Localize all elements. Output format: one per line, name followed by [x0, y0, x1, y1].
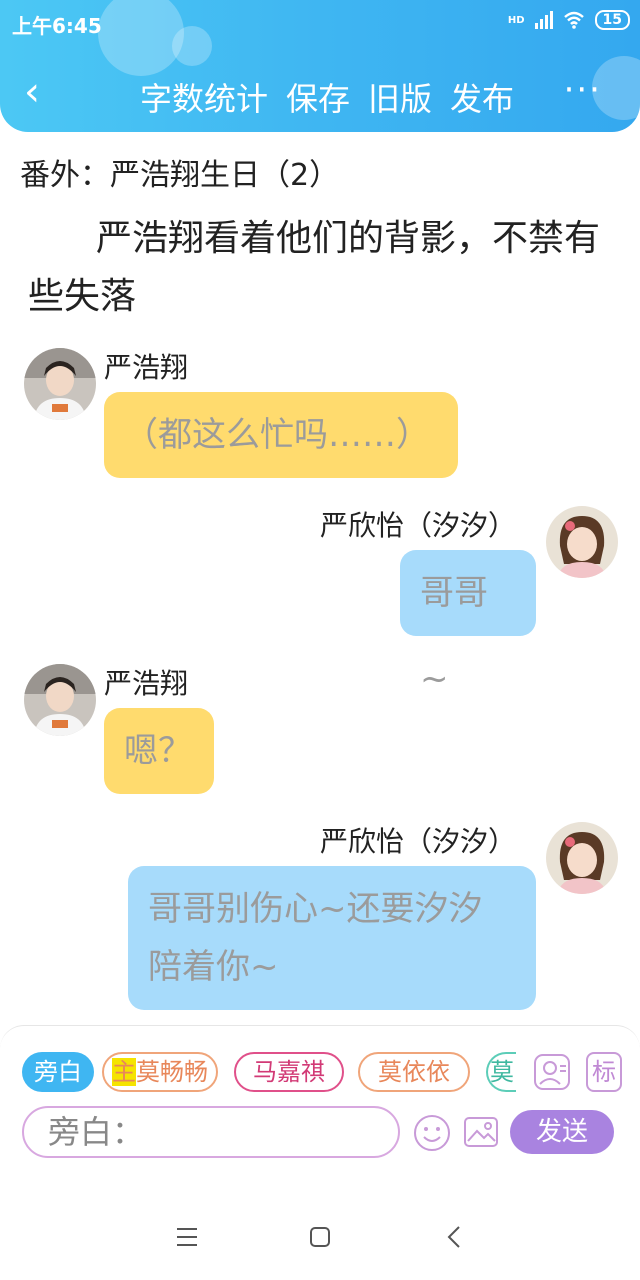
word-count-button[interactable]: 字数统计: [140, 78, 268, 120]
avatar-girl[interactable]: [546, 822, 618, 894]
image-icon[interactable]: [462, 1113, 500, 1151]
chapter-title: 番外：严浩翔生日（2）: [20, 158, 340, 193]
avatar-boy[interactable]: [24, 348, 96, 420]
home-icon[interactable]: [309, 1226, 331, 1248]
message-bubble[interactable]: 嗯？: [104, 708, 214, 794]
menu-icon[interactable]: [176, 1226, 198, 1248]
message-input[interactable]: 旁白：: [22, 1106, 400, 1158]
system-nav-bar: [0, 1196, 640, 1280]
narration-text: 严浩翔看着他们的背影，不禁有些失落: [28, 218, 601, 317]
speaker-name: 严浩翔: [104, 667, 189, 700]
avatar-boy[interactable]: [24, 664, 96, 736]
speaker-name: 严欣怡（汐汐）: [320, 509, 517, 542]
send-button[interactable]: 发送: [510, 1110, 614, 1154]
role-chip-moyiyi[interactable]: 莫依依: [358, 1052, 470, 1092]
old-version-button[interactable]: 旧版: [368, 78, 432, 120]
message-bubble[interactable]: 哥哥别伤心~还要汐汐陪着你~: [128, 866, 536, 1010]
publish-button[interactable]: 发布: [450, 78, 514, 120]
more-menu-button[interactable]: ···: [564, 70, 602, 110]
emoji-icon[interactable]: [412, 1113, 452, 1153]
role-chip-mochangchang[interactable]: 主莫畅畅: [102, 1052, 218, 1092]
hd-label: HD: [507, 14, 525, 26]
avatar-girl[interactable]: [546, 506, 618, 578]
status-time: 上午6:45: [12, 14, 102, 38]
message-bubble[interactable]: （都这么忙吗……）: [104, 392, 458, 478]
status-icons: HD 15: [508, 10, 630, 30]
save-button[interactable]: 保存: [286, 78, 350, 120]
role-manage-icon[interactable]: [532, 1052, 572, 1092]
role-name: 莫畅畅: [136, 1058, 208, 1086]
wifi-icon: [563, 11, 584, 29]
role-chip-narration[interactable]: 旁白: [22, 1052, 94, 1092]
decor-bubble: [98, 0, 184, 76]
tag-button[interactable]: 标: [586, 1052, 622, 1092]
back-nav-icon[interactable]: [446, 1225, 462, 1249]
app-header: 上午6:45 HD 15 ‹ 字数统计 保存 旧版 发布 ···: [0, 0, 640, 132]
message-bubble[interactable]: 哥哥~: [400, 550, 536, 699]
signal-icon: [534, 11, 553, 29]
speaker-name: 严欣怡（汐汐）: [320, 825, 517, 858]
speaker-name: 严浩翔: [104, 351, 189, 384]
back-button[interactable]: ‹: [24, 72, 40, 112]
toolbar: 字数统计 保存 旧版 发布: [140, 78, 514, 120]
role-prefix: 主: [112, 1058, 136, 1086]
battery-icon: 15: [594, 10, 630, 30]
decor-bubble: [172, 26, 212, 66]
role-chip-majiaqi[interactable]: 马嘉祺: [234, 1052, 344, 1092]
